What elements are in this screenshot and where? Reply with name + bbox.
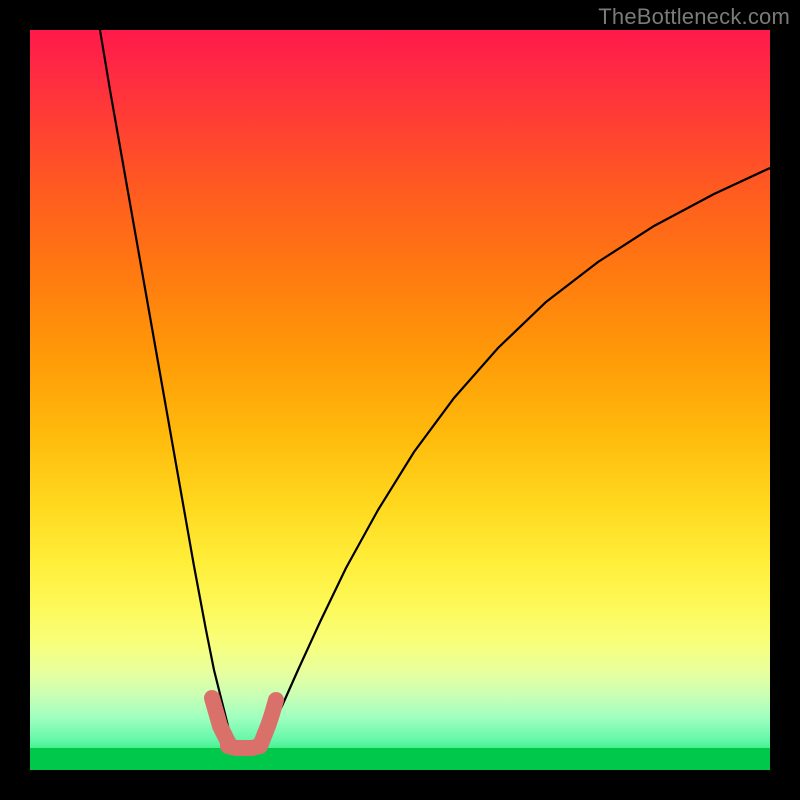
chart-frame: TheBottleneck.com — [0, 0, 800, 800]
watermark-text: TheBottleneck.com — [598, 4, 790, 30]
series-left-branch — [100, 30, 233, 743]
series-right-branch — [262, 168, 770, 743]
curve-svg — [30, 30, 770, 770]
plot-area — [30, 30, 770, 770]
series-cap-right — [260, 700, 276, 746]
